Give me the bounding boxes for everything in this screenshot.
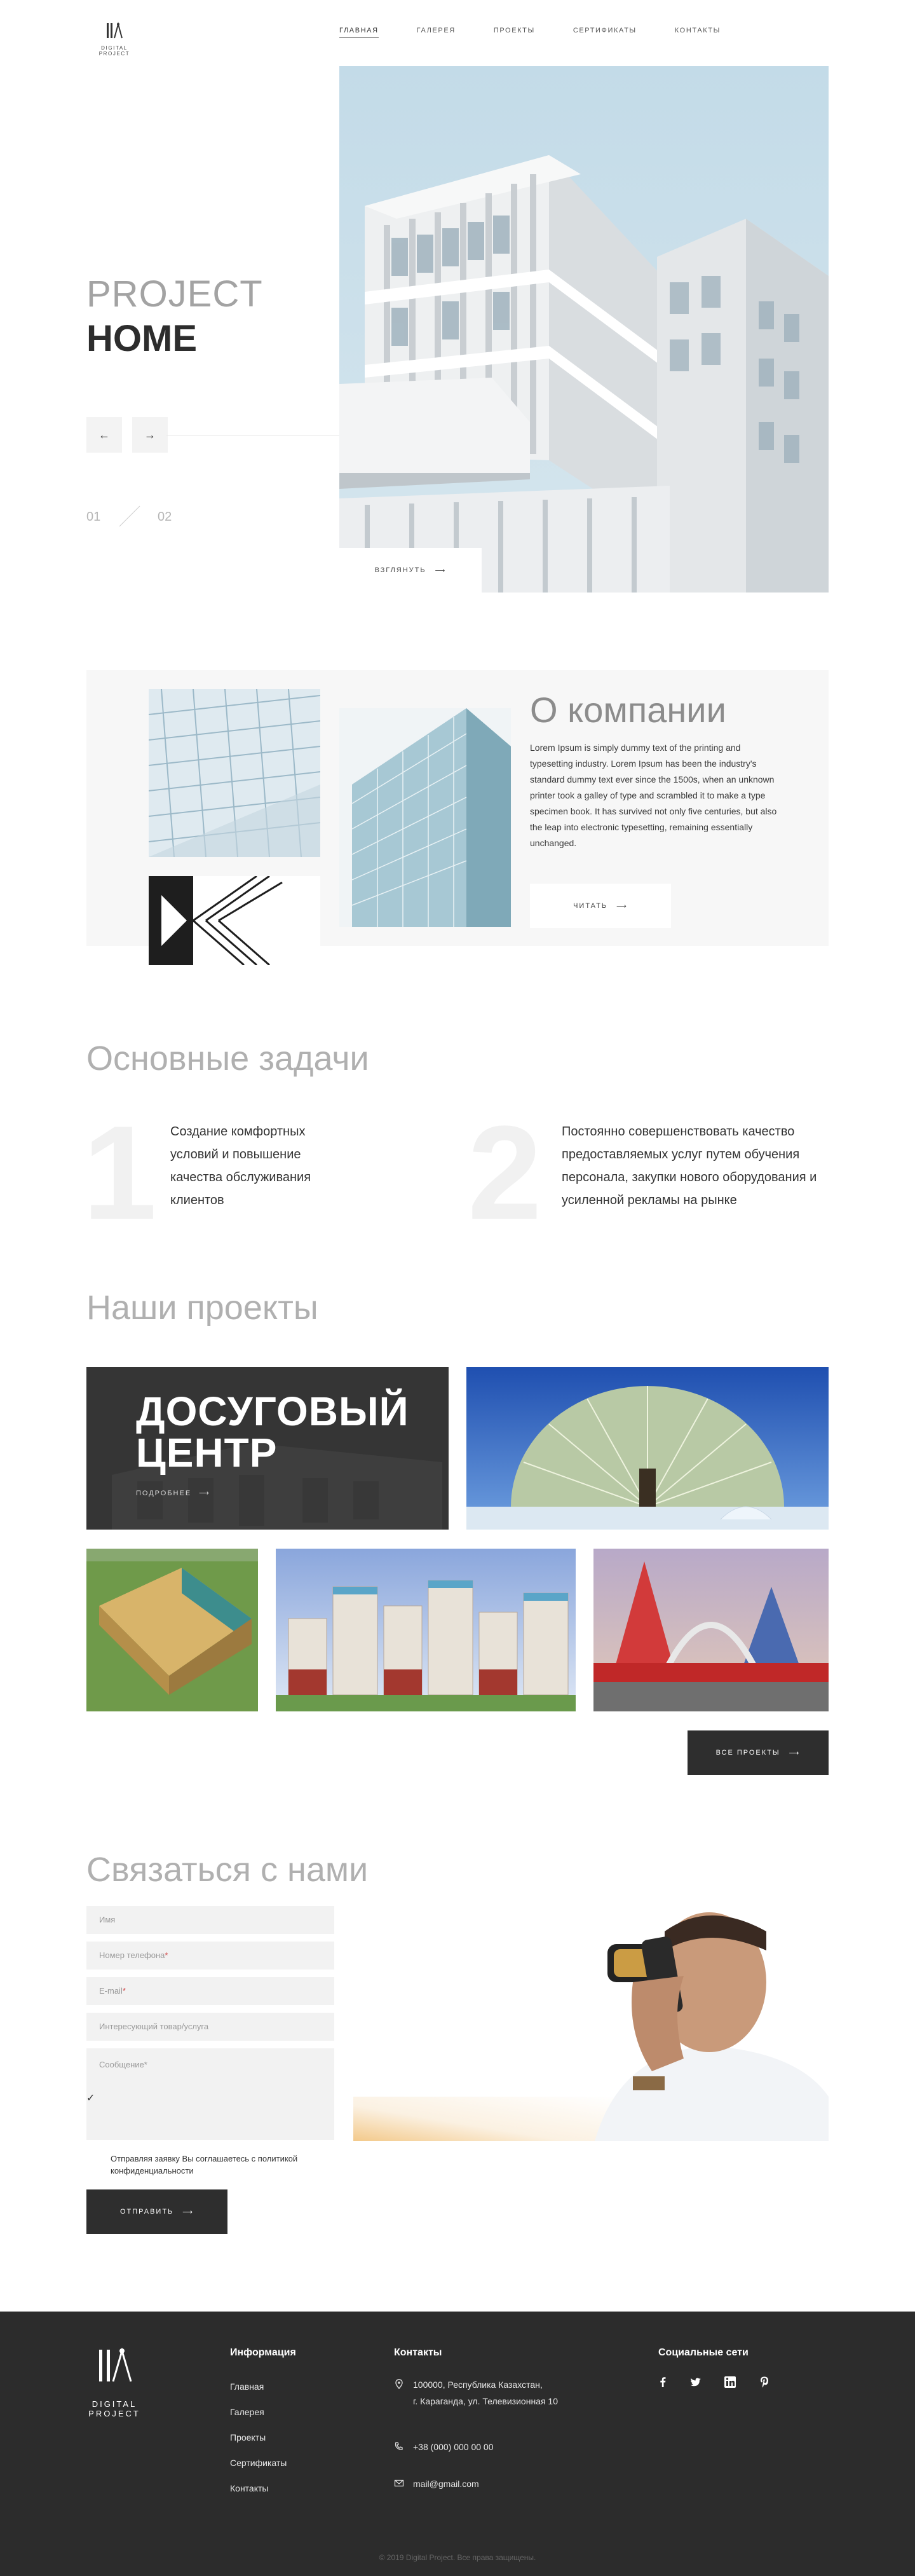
all-projects-button[interactable]: Все проекты ⟶ — [688, 1730, 829, 1775]
location-pin-icon — [395, 2379, 403, 2389]
tasks-title: Основные задачи — [86, 1039, 369, 1078]
nav-item-home[interactable]: Главная — [339, 27, 379, 38]
footer-logo-text: DIGITAL PROJECT — [88, 2399, 140, 2418]
nav-item-projects[interactable]: Проекты — [494, 27, 535, 38]
send-button-label: Отправить — [119, 2208, 174, 2216]
mail-icon — [394, 2479, 404, 2487]
footer-link-contacts[interactable]: Контакты — [230, 2483, 268, 2493]
arrow-right-icon: ⟶ — [616, 902, 628, 910]
email-field-label: E-mail — [99, 1986, 123, 1996]
twitter-icon[interactable] — [689, 2375, 703, 2389]
email-field[interactable]: E-mail* — [86, 1977, 334, 2005]
check-icon[interactable]: ✓ — [86, 2092, 95, 2104]
main-nav: Главная Галерея Проекты Сертификаты Конт… — [339, 27, 759, 38]
phone-field-label: Номер телефона — [99, 1950, 165, 1960]
arrow-right-icon: ⟶ — [789, 1749, 801, 1757]
project-featured-title: ДОСУГОВЫЙ ЦЕНТР — [136, 1388, 409, 1476]
about-image-glass-tower — [339, 708, 511, 927]
hero-title-light: PROJECT — [86, 273, 263, 315]
footer-contacts-title: Контакты — [394, 2347, 442, 2358]
all-projects-label: Все проекты — [715, 1749, 780, 1757]
footer-info-title: Информация — [230, 2347, 296, 2358]
pinterest-icon[interactable] — [757, 2375, 771, 2389]
footer-email[interactable]: mail@gmail.com — [413, 2476, 479, 2492]
footer-copyright: © 2019 Digital Project. Все права защище… — [379, 2553, 536, 2562]
message-field-label: Сообщение — [99, 2060, 144, 2069]
send-button[interactable]: Отправить ⟶ — [86, 2189, 227, 2234]
hero-building-image — [339, 66, 829, 593]
task-number-1: 1 — [83, 1098, 157, 1247]
footer-logo-mark-icon — [99, 2347, 132, 2382]
facebook-icon[interactable] — [656, 2375, 670, 2389]
logo-mark-icon — [107, 22, 123, 39]
project-card-featured[interactable]: ДОСУГОВЫЙ ЦЕНТР Подробнее ⟶ — [86, 1367, 449, 1530]
logo-text: DIGITAL PROJECT — [98, 45, 130, 57]
logo[interactable]: DIGITAL PROJECT — [90, 22, 139, 57]
about-text: Lorem Ipsum is simply dummy text of the … — [530, 743, 777, 848]
required-mark: * — [122, 1986, 126, 1996]
task-text-2: Постоянно совершенствовать качество пред… — [562, 1125, 817, 1207]
arrow-right-icon: ⟶ — [182, 2208, 194, 2216]
footer-link-home[interactable]: Главная — [230, 2381, 264, 2392]
contact-title: Связаться с нами — [86, 1851, 369, 1889]
footer-link-gallery[interactable]: Галерея — [230, 2407, 264, 2417]
arrow-right-icon: ⟶ — [435, 566, 447, 575]
phone-icon — [395, 2442, 403, 2450]
hero-title-bold: HOME — [86, 318, 197, 359]
about-image-abstract-lines — [149, 876, 320, 965]
required-mark: * — [144, 2060, 147, 2069]
footer-social-title: Социальные сети — [658, 2347, 749, 2358]
required-mark: * — [165, 1950, 168, 1960]
slide-separator-icon — [119, 505, 140, 527]
contact-man-phone-image — [353, 1906, 829, 2141]
phone-field[interactable]: Номер телефона* — [86, 1942, 334, 1970]
next-slide-button[interactable]: → — [132, 417, 168, 453]
footer-link-certificates[interactable]: Сертификаты — [230, 2458, 287, 2468]
footer-link-projects[interactable]: Проекты — [230, 2432, 266, 2442]
nav-item-certificates[interactable]: Сертификаты — [573, 27, 637, 38]
look-button-label: Взглянуть — [374, 566, 426, 574]
footer-address-line1: 100000, Республика Казахстан, — [413, 2380, 543, 2390]
read-button-label: Читать — [573, 902, 608, 910]
service-field-label: Интересующий товар/услуга — [99, 2022, 209, 2031]
footer-logo[interactable]: DIGITAL PROJECT — [75, 2345, 154, 2418]
footer-phone[interactable]: +38 (000) 000 00 00 — [413, 2439, 494, 2455]
slide-current: 01 — [86, 510, 101, 524]
task-text-1: Создание комфортных условий и повышение … — [170, 1125, 311, 1207]
arrow-right-icon: ⟶ — [199, 1490, 210, 1497]
footer: DIGITAL PROJECT Информация Главная Галер… — [0, 2312, 915, 2576]
project-card-stadium[interactable] — [86, 1549, 258, 1711]
about-title: О компании — [530, 690, 726, 730]
name-field[interactable]: Имя — [86, 1906, 334, 1934]
slide-total: 02 — [158, 510, 172, 524]
look-button[interactable]: Взглянуть ⟶ — [339, 548, 482, 593]
service-field[interactable]: Интересующий товар/услуга — [86, 2013, 334, 2041]
task-number-2: 2 — [468, 1098, 542, 1247]
project-more-link[interactable]: Подробнее ⟶ — [136, 1489, 210, 1498]
project-card-monument[interactable] — [593, 1549, 829, 1711]
linkedin-icon[interactable] — [723, 2375, 737, 2389]
about-image-glass-facade — [149, 689, 320, 857]
read-button[interactable]: Читать ⟶ — [530, 884, 671, 928]
name-field-label: Имя — [99, 1915, 116, 1924]
message-field[interactable]: Сообщение* — [86, 2048, 334, 2140]
project-card-residential[interactable] — [276, 1549, 576, 1711]
nav-item-contacts[interactable]: Контакты — [675, 27, 721, 38]
policy-text: Отправляя заявку Вы соглашаетесь с полит… — [111, 2154, 298, 2175]
footer-address-line2: г. Караганда, ул. Телевизионная 10 — [413, 2396, 558, 2406]
project-more-label: Подробнее — [136, 1489, 192, 1497]
projects-title: Наши проекты — [86, 1289, 318, 1327]
nav-item-gallery[interactable]: Галерея — [417, 27, 456, 38]
project-card-dome[interactable] — [466, 1367, 829, 1530]
prev-slide-button[interactable]: ← — [86, 417, 122, 453]
